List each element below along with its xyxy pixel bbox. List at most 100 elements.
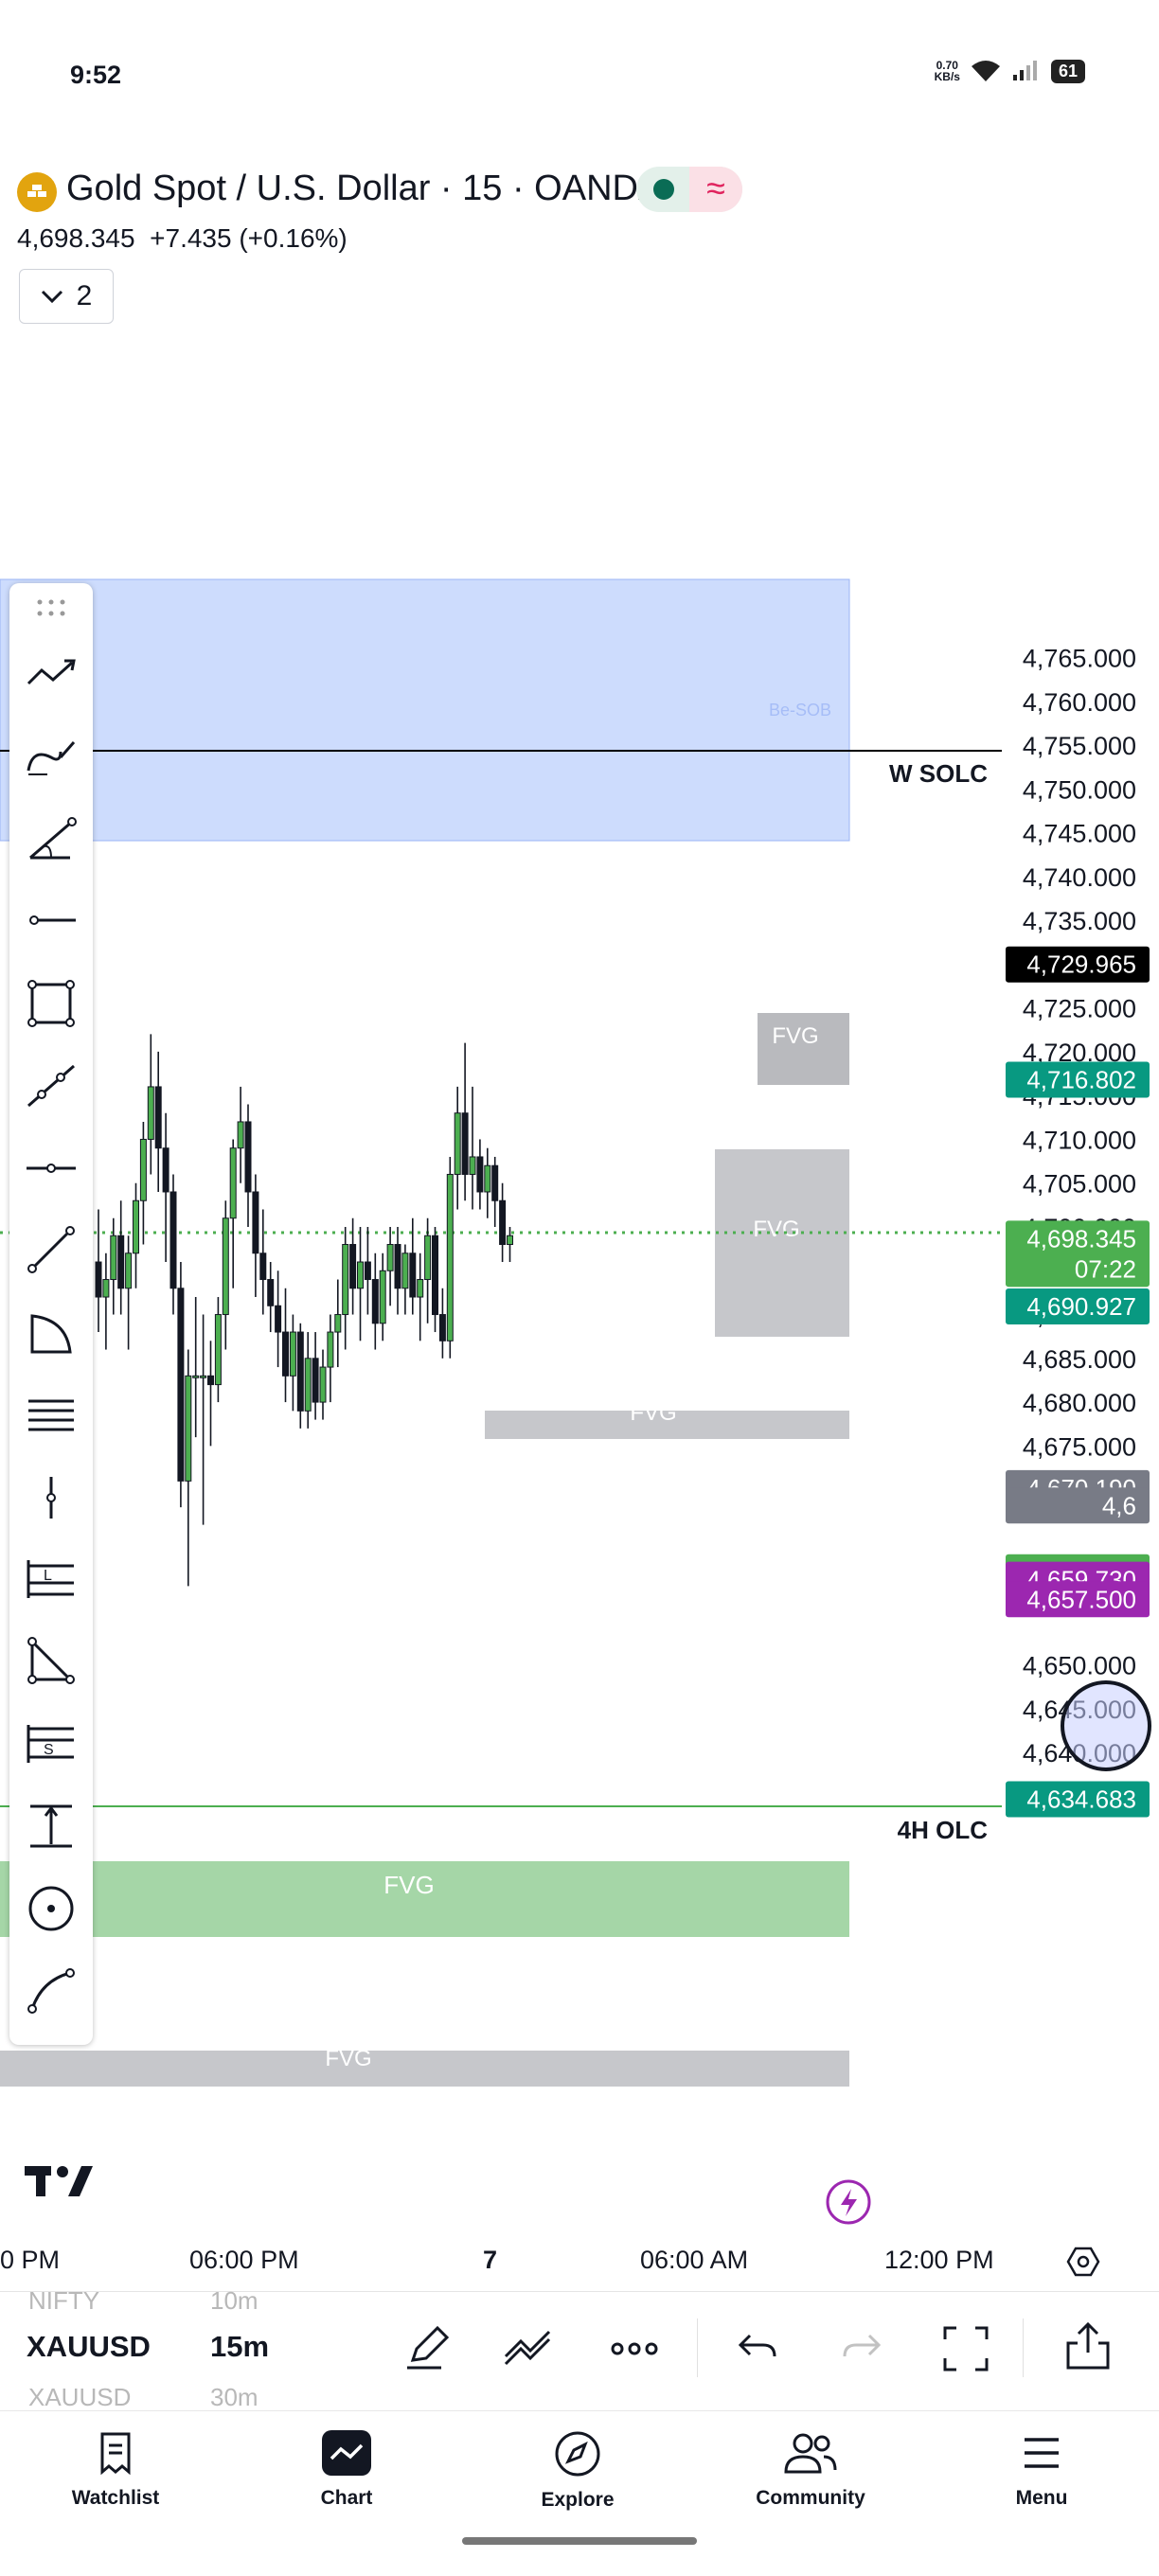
candle-body xyxy=(461,1112,469,1175)
chart-icon xyxy=(322,2430,371,2476)
horizontal-line-icon[interactable] xyxy=(23,1140,80,1197)
circle-tool-icon[interactable] xyxy=(23,1880,80,1937)
brush-icon[interactable] xyxy=(23,729,80,786)
network-speed: 0.70 KB/s xyxy=(934,59,960,83)
price-chart[interactable]: Be-SOB FVG FVG FVG FVG FVG W SOLC 4H OLC… xyxy=(0,151,1159,2282)
indicators-toggle-button[interactable]: 2 xyxy=(19,269,114,324)
candle-body xyxy=(319,1366,327,1403)
candle-body xyxy=(357,1261,364,1289)
price-tick-label: 4,750.000 xyxy=(1023,775,1136,804)
extended-line-icon[interactable] xyxy=(23,1057,80,1113)
curve-icon[interactable] xyxy=(23,1962,80,2018)
candle-body xyxy=(342,1244,349,1316)
crosshair-handle[interactable] xyxy=(1061,1680,1151,1771)
market-open-icon xyxy=(653,179,674,200)
candle-body xyxy=(162,1147,169,1193)
price-range-icon[interactable] xyxy=(23,1797,80,1854)
price-tick-label: 4,710.000 xyxy=(1023,1126,1136,1154)
candle-body xyxy=(424,1235,432,1281)
redo-icon[interactable] xyxy=(839,2328,883,2370)
candle-body xyxy=(312,1358,319,1403)
time-tick-1: 0 PM xyxy=(0,2246,61,2274)
supply-zone-blue[interactable] xyxy=(0,578,850,842)
long-position-icon[interactable]: L xyxy=(23,1551,80,1608)
nav-chart-label: Chart xyxy=(320,2487,373,2509)
fvg-label-2: FVG xyxy=(753,1217,799,1242)
candles-layer xyxy=(95,1034,513,1587)
candle-body xyxy=(432,1235,438,1316)
symbol-next[interactable]: XAUUSD xyxy=(28,2383,131,2412)
price-badge-value: 4,634.683 xyxy=(1026,1785,1136,1813)
price-badge-value: 4,657.500 xyxy=(1026,1585,1136,1613)
interval-prev[interactable]: 10m xyxy=(210,2286,259,2316)
candle-body xyxy=(409,1252,417,1298)
zone-faint-label: Be-SOB xyxy=(769,701,831,720)
candle-body xyxy=(147,1086,154,1140)
rectangle-icon[interactable] xyxy=(23,975,80,1032)
nav-menu[interactable]: Menu xyxy=(947,2430,1136,2510)
bar-countdown: 07:22 xyxy=(1075,1254,1136,1283)
signal-icon xyxy=(1012,61,1037,80)
candle-body xyxy=(289,1331,296,1377)
interval-next[interactable]: 30m xyxy=(210,2383,259,2412)
drawings-icon[interactable] xyxy=(502,2324,555,2372)
price-tick-label: 4,740.000 xyxy=(1023,863,1136,892)
candle-body xyxy=(102,1279,110,1298)
price-tick-label: 4,680.000 xyxy=(1023,1389,1136,1417)
more-icon[interactable] xyxy=(610,2330,659,2368)
status-bar: 9:52 0.70 KB/s 61 xyxy=(0,0,1159,151)
fvg-zone-4[interactable] xyxy=(0,2051,849,2087)
vertical-line-icon[interactable] xyxy=(23,1469,80,1526)
four-hour-level-label: 4H OLC xyxy=(898,1816,989,1844)
fvg-zone-2[interactable] xyxy=(715,1149,849,1337)
time-tick-5: 12:00 PM xyxy=(884,2246,994,2274)
candle-body xyxy=(364,1261,371,1281)
price-badge-value: 4,698.345 xyxy=(1026,1224,1136,1252)
fvg-label-1: FVG xyxy=(772,1023,818,1049)
candle-body xyxy=(349,1244,357,1289)
horizontal-ray-icon[interactable] xyxy=(23,892,80,949)
market-status-pill[interactable]: ≈ xyxy=(636,167,742,212)
nav-watchlist[interactable]: Watchlist xyxy=(21,2430,210,2510)
candle-body xyxy=(446,1173,454,1341)
nav-chart[interactable]: Chart xyxy=(252,2430,441,2510)
trend-line-icon[interactable] xyxy=(23,1221,80,1278)
compass-icon xyxy=(555,2431,600,2477)
trend-pattern-icon[interactable] xyxy=(23,646,80,702)
symbol-title[interactable]: Gold Spot / U.S. Dollar · 15 · OANDA xyxy=(66,169,662,209)
candle-body xyxy=(499,1199,507,1246)
price-tick-label: 4,755.000 xyxy=(1023,732,1136,760)
share-icon[interactable] xyxy=(1064,2320,1112,2372)
parallel-channel-icon[interactable] xyxy=(23,1388,80,1445)
candle-body xyxy=(117,1235,125,1289)
undo-icon[interactable] xyxy=(737,2328,780,2370)
price-tick-label: 4,650.000 xyxy=(1023,1652,1136,1680)
arc-icon[interactable] xyxy=(23,1305,80,1361)
candle-body xyxy=(507,1235,513,1246)
candle-body xyxy=(379,1270,386,1324)
symbol-current[interactable]: XAUUSD xyxy=(27,2330,151,2364)
pencil-icon[interactable] xyxy=(403,2324,451,2372)
nav-community[interactable]: Community xyxy=(716,2430,905,2510)
candle-body xyxy=(334,1314,342,1333)
interval-current[interactable]: 15m xyxy=(210,2330,269,2364)
price-tick-label: 4,705.000 xyxy=(1023,1170,1136,1199)
price-badge: 4,657.500 xyxy=(1006,1581,1150,1618)
price-badge: 4,634.683 xyxy=(1006,1781,1150,1818)
indicators-count: 2 xyxy=(76,280,93,311)
tradingview-logo[interactable] xyxy=(25,2166,93,2196)
trend-angle-icon[interactable] xyxy=(23,810,80,867)
drag-handle-icon[interactable] xyxy=(23,595,80,623)
symbol-prev[interactable]: NIFTY xyxy=(28,2286,99,2316)
community-icon xyxy=(784,2433,837,2474)
short-position-icon[interactable]: S xyxy=(23,1715,80,1772)
symbol-logo[interactable] xyxy=(17,172,57,212)
chart-settings-icon[interactable] xyxy=(1066,2246,1100,2278)
toolbar-divider xyxy=(697,2318,698,2377)
home-indicator[interactable] xyxy=(462,2537,697,2545)
price-badge-value: 4,729.965 xyxy=(1026,950,1136,979)
triangle-icon[interactable] xyxy=(23,1632,80,1689)
nav-explore[interactable]: Explore xyxy=(483,2430,672,2512)
fullscreen-icon[interactable] xyxy=(941,2324,990,2373)
candle-body xyxy=(476,1156,484,1193)
